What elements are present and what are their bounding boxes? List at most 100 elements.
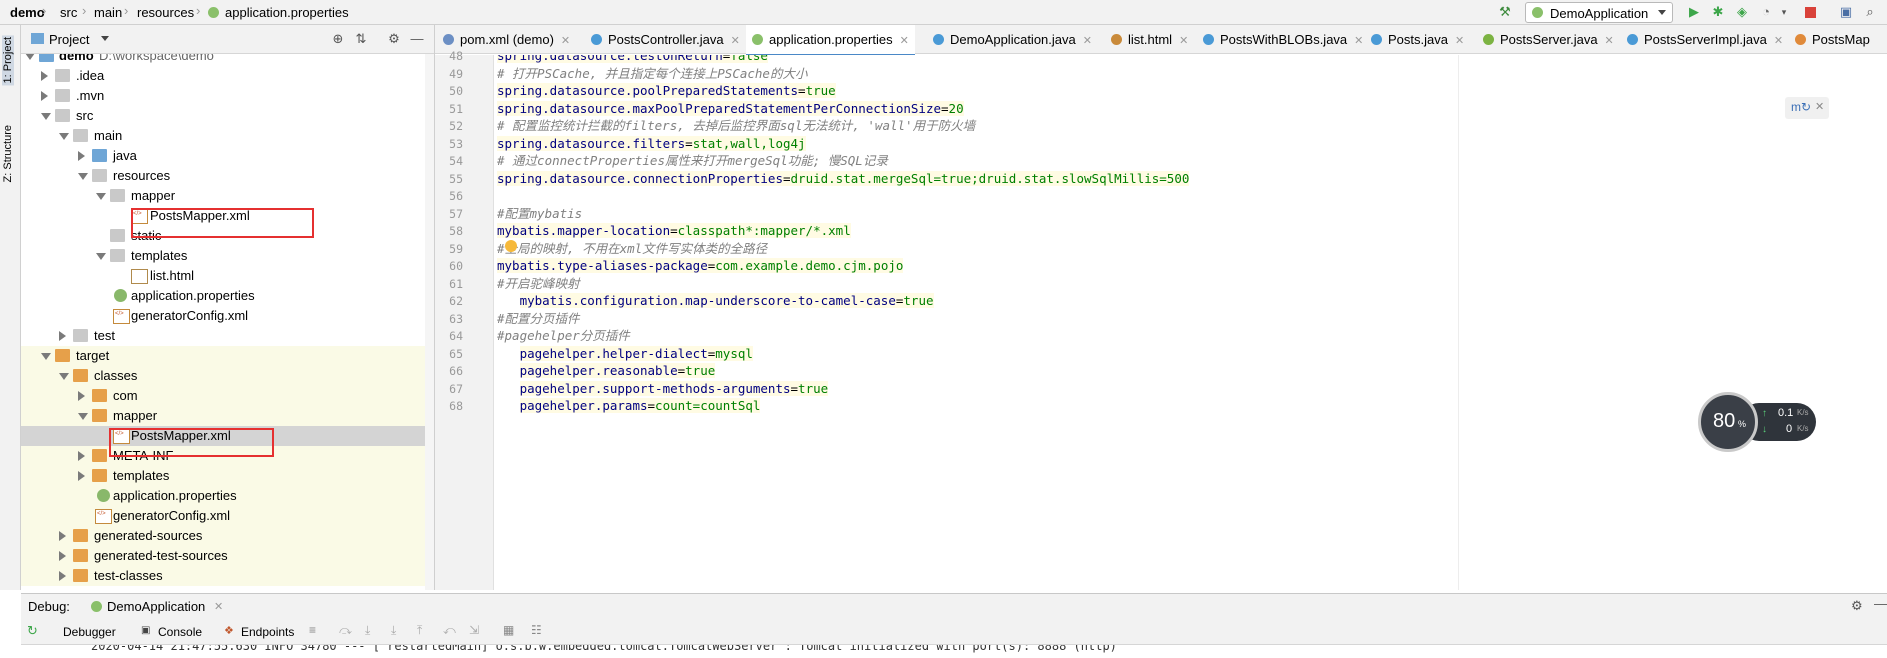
stop-icon[interactable] xyxy=(1805,7,1816,18)
drop-frame-icon[interactable]: ⤺ xyxy=(443,623,456,638)
tree-item-generated-test-sources[interactable]: generated-test-sources xyxy=(21,546,434,566)
close-icon[interactable]: ✕ xyxy=(214,600,223,613)
locate-file-icon[interactable]: ⊕ xyxy=(330,31,346,47)
expand-arrow-icon[interactable] xyxy=(59,373,69,380)
close-icon[interactable]: ✕ xyxy=(1605,35,1614,47)
project-view-selector[interactable]: Project xyxy=(49,32,89,47)
tab-application-properties[interactable]: application.properties ✕ xyxy=(746,25,915,57)
tree-item-mapper[interactable]: mapper xyxy=(21,186,434,206)
run-to-cursor-icon[interactable]: ⇲ xyxy=(469,623,479,637)
expand-arrow-icon[interactable] xyxy=(41,91,48,101)
tab-postsserverimpl-java[interactable]: PostsServerImpl.java ✕ xyxy=(1627,25,1783,54)
console-output[interactable]: 2020-04-14 21:47:55.630 INFO 34780 --- [… xyxy=(21,645,1887,658)
tree-item-target[interactable]: target xyxy=(21,346,434,366)
expand-arrow-icon[interactable] xyxy=(78,391,85,401)
expand-arrow-icon[interactable] xyxy=(59,551,66,561)
step-out-icon[interactable]: ⤒ xyxy=(417,623,422,638)
code-line[interactable]: pagehelper.params=count=countSql xyxy=(497,395,761,416)
expand-arrow-icon[interactable] xyxy=(41,71,48,81)
gear-icon[interactable]: ⚙ xyxy=(386,31,402,47)
maven-reload-icon[interactable]: m↻ xyxy=(1791,100,1811,114)
menu-icon[interactable]: ≡ xyxy=(309,623,316,637)
breadcrumb-file[interactable]: application.properties xyxy=(225,5,349,20)
rerun-icon[interactable]: ↻ xyxy=(27,623,38,639)
step-over-icon[interactable]: ⤼ xyxy=(339,623,352,638)
intention-bulb-icon[interactable] xyxy=(505,240,517,252)
tree-item-generatorconfig-xml[interactable]: generatorConfig.xml xyxy=(21,306,434,326)
tree-item-resources[interactable]: resources xyxy=(21,166,434,186)
memory-usage-gauge[interactable]: 80 % xyxy=(1698,392,1758,452)
expand-arrow-icon[interactable] xyxy=(78,413,88,420)
close-icon[interactable]: ✕ xyxy=(1774,35,1783,47)
expand-arrow-icon[interactable] xyxy=(78,151,85,161)
force-step-into-icon[interactable]: ⤓ xyxy=(391,623,396,638)
expand-arrow-icon[interactable] xyxy=(59,571,66,581)
tree-item-java[interactable]: java xyxy=(21,146,434,166)
gear-icon[interactable]: ⚙ xyxy=(1851,598,1863,614)
project-tool-tab[interactable]: 1: Project xyxy=(2,35,14,86)
tab-list-html[interactable]: list.html ✕ xyxy=(1111,25,1188,54)
tree-item-idea[interactable]: .idea xyxy=(21,66,434,86)
expand-arrow-icon[interactable] xyxy=(59,133,69,140)
tree-item-application-properties-target[interactable]: application.properties xyxy=(21,486,434,506)
close-icon[interactable]: ✕ xyxy=(1815,100,1824,113)
tree-item-mapper-target[interactable]: mapper xyxy=(21,406,434,426)
build-hammer-icon[interactable]: ⚒ xyxy=(1497,4,1513,20)
hide-panel-icon[interactable]: — xyxy=(1874,596,1887,611)
breadcrumb-resources[interactable]: resources xyxy=(137,5,194,20)
expand-arrow-icon[interactable] xyxy=(59,331,66,341)
tree-item-mvn[interactable]: .mvn xyxy=(21,86,434,106)
close-icon[interactable]: ✕ xyxy=(1455,35,1464,47)
expand-arrow-icon[interactable] xyxy=(96,193,106,200)
tree-item-application-properties[interactable]: application.properties xyxy=(21,286,434,306)
chevron-down-icon[interactable]: ▾ xyxy=(1776,4,1792,20)
collapse-all-icon[interactable]: ⇅ xyxy=(353,31,369,47)
tree-scrollbar[interactable] xyxy=(425,54,434,590)
expand-arrow-icon[interactable] xyxy=(25,54,35,60)
tree-item-templates-target[interactable]: templates xyxy=(21,466,434,486)
evaluate-expression-icon[interactable]: ▦ xyxy=(503,623,514,637)
tab-demoapplication-java[interactable]: DemoApplication.java ✕ xyxy=(933,25,1092,54)
step-into-icon[interactable]: ⤓ xyxy=(365,623,370,638)
tab-postswithblobs-java[interactable]: PostsWithBLOBs.java ✕ xyxy=(1203,25,1363,54)
tree-item-test-classes[interactable]: test-classes xyxy=(21,566,434,586)
tree-item-templates[interactable]: templates xyxy=(21,246,434,266)
debug-bug-icon[interactable]: ✱ xyxy=(1710,4,1726,20)
tab-console[interactable]: Console xyxy=(158,625,202,639)
tree-item-classes[interactable]: classes xyxy=(21,366,434,386)
search-everywhere-icon[interactable]: ⌕ xyxy=(1862,4,1878,20)
debug-session-tab[interactable]: DemoApplication xyxy=(107,599,205,614)
close-icon[interactable]: ✕ xyxy=(731,35,740,47)
project-structure-icon[interactable]: ▣ xyxy=(1838,4,1854,20)
tree-item-main[interactable]: main xyxy=(21,126,434,146)
breadcrumb-main[interactable]: main xyxy=(94,5,122,20)
breadcrumb-src[interactable]: src xyxy=(60,5,77,20)
close-icon[interactable]: ✕ xyxy=(1083,35,1092,47)
tree-item-generated-sources[interactable]: generated-sources xyxy=(21,526,434,546)
expand-arrow-icon[interactable] xyxy=(41,113,51,120)
tree-item-com[interactable]: com xyxy=(21,386,434,406)
expand-arrow-icon[interactable] xyxy=(78,451,85,461)
tree-item-src[interactable]: src xyxy=(21,106,434,126)
tree-item-demo[interactable]: demo D:\workspace\demo xyxy=(21,54,434,66)
hide-panel-icon[interactable]: — xyxy=(409,31,425,47)
expand-arrow-icon[interactable] xyxy=(59,531,66,541)
run-icon[interactable]: ▶ xyxy=(1686,4,1702,20)
tab-debugger[interactable]: Debugger xyxy=(63,625,116,639)
coverage-icon[interactable]: ◈ xyxy=(1734,4,1750,20)
trace-icon[interactable]: ☷ xyxy=(531,623,542,637)
structure-tool-tab[interactable]: Z: Structure xyxy=(2,125,14,182)
breadcrumb-project[interactable]: demo xyxy=(10,5,45,20)
expand-arrow-icon[interactable] xyxy=(78,471,85,481)
run-configuration-select[interactable]: DemoApplication xyxy=(1525,2,1673,23)
tree-item-test[interactable]: test xyxy=(21,326,434,346)
code-line[interactable]: spring.datasource.connectionProperties=d… xyxy=(497,168,1190,189)
tree-item-generatorconfig-xml-target[interactable]: generatorConfig.xml xyxy=(21,506,434,526)
close-icon[interactable]: ✕ xyxy=(1354,35,1363,47)
expand-arrow-icon[interactable] xyxy=(96,253,106,260)
expand-arrow-icon[interactable] xyxy=(41,353,51,360)
tab-postscontroller-java[interactable]: PostsController.java ✕ xyxy=(591,25,740,54)
profile-icon[interactable]: ◔ xyxy=(1758,4,1774,20)
tab-posts-java[interactable]: Posts.java ✕ xyxy=(1371,25,1464,54)
close-icon[interactable]: ✕ xyxy=(900,35,909,47)
